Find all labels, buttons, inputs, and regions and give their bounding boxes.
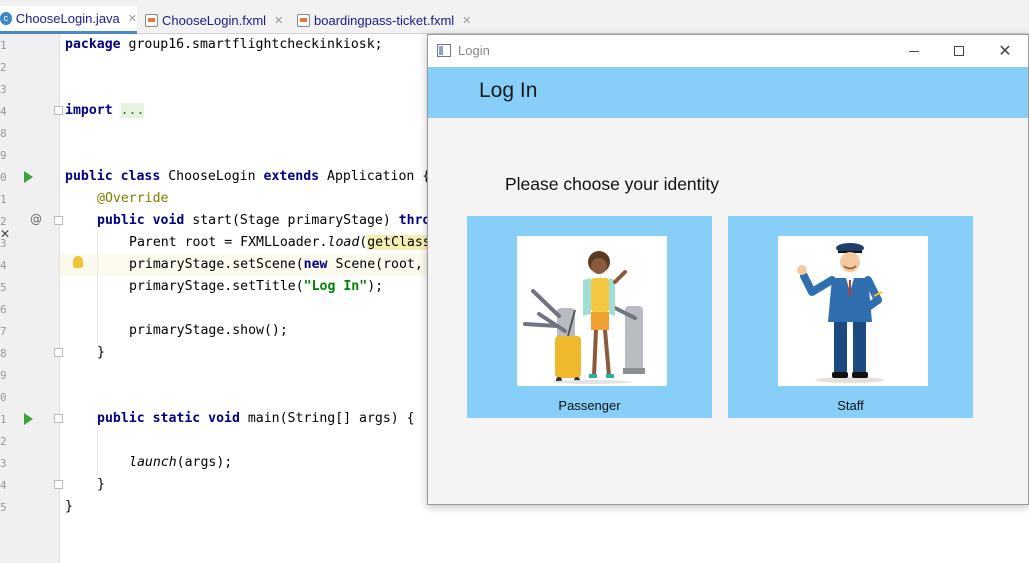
code-line[interactable]: }: [97, 342, 105, 364]
line-number: 8: [0, 127, 7, 140]
staff-label: Staff: [837, 398, 864, 413]
lightbulb-icon[interactable]: [73, 256, 83, 268]
divider: [428, 117, 1028, 118]
staff-button[interactable]: Staff: [728, 216, 973, 418]
page-title: Log In: [479, 79, 538, 102]
tab-choose-login-fxml[interactable]: ChooseLogin.fxml ✕: [145, 6, 287, 34]
code-line[interactable]: public class ChooseLogin extends Applica…: [65, 166, 430, 188]
close-icon[interactable]: ✕: [274, 14, 283, 27]
close-icon[interactable]: ✕: [462, 14, 471, 27]
close-icon[interactable]: ✕: [128, 12, 137, 25]
code-line[interactable]: }: [65, 496, 73, 518]
passenger-label: Passenger: [558, 398, 621, 413]
line-number: 5: [0, 501, 7, 514]
tab-boardingpass-ticket-fxml[interactable]: boardingpass-ticket.fxml ✕: [297, 6, 482, 34]
code-line[interactable]: primaryStage.show();: [129, 320, 288, 342]
java-file-icon: c: [0, 12, 12, 25]
override-marker-icon[interactable]: @: [30, 212, 42, 226]
tab-label: ChooseLogin.fxml: [162, 12, 267, 28]
editor-gutter: [0, 34, 60, 563]
run-gutter-icon[interactable]: [24, 413, 33, 425]
line-number: 4: [0, 479, 7, 492]
line-number: 1: [0, 39, 7, 52]
code-line[interactable]: public static void main(String[] args) {: [97, 408, 415, 430]
code-line[interactable]: launch(args);: [129, 452, 232, 474]
code-line[interactable]: public void start(Stage primaryStage) th…: [97, 210, 430, 232]
indent-guide: [97, 233, 98, 343]
fold-marker-icon[interactable]: [54, 348, 63, 357]
line-number: 3: [0, 83, 7, 96]
line-number: 9: [0, 369, 7, 382]
window-title: Login: [458, 43, 490, 58]
line-number: 4: [0, 105, 7, 118]
code-line[interactable]: primaryStage.setScene(new Scene(root,: [129, 254, 423, 276]
fold-marker-icon[interactable]: [54, 216, 63, 225]
editor-tab-bar: c ChooseLogin.java ✕ ChooseLogin.fxml ✕ …: [0, 0, 1029, 34]
code-line[interactable]: import ...: [65, 100, 145, 122]
code-line[interactable]: @Override: [97, 188, 168, 210]
run-gutter-icon[interactable]: [24, 171, 33, 183]
fxml-file-icon: [145, 13, 158, 27]
code-line[interactable]: }: [97, 474, 105, 496]
line-number: 9: [0, 149, 7, 162]
passenger-button[interactable]: Passenger: [467, 216, 712, 418]
close-window-button[interactable]: ✕: [990, 39, 1020, 63]
line-number: 1: [0, 193, 7, 206]
minimize-icon: [909, 50, 919, 52]
line-number: 7: [0, 325, 7, 338]
line-number: 8: [0, 347, 7, 360]
tab-label: boardingpass-ticket.fxml: [314, 12, 455, 28]
app-window-icon: [437, 44, 451, 57]
minimize-button[interactable]: [899, 39, 929, 63]
line-number: 2: [0, 61, 7, 74]
tab-choose-login-java[interactable]: c ChooseLogin.java ✕: [0, 6, 137, 34]
line-number: 5: [0, 281, 7, 294]
close-icon[interactable]: ✕: [0, 227, 10, 241]
passenger-illustration: [517, 236, 667, 386]
line-number: 2: [0, 435, 7, 448]
maximize-button[interactable]: [944, 39, 974, 63]
line-number: 0: [0, 171, 7, 184]
staff-illustration: [778, 236, 928, 386]
line-number: 4: [0, 259, 7, 272]
window-titlebar[interactable]: Login ✕: [428, 35, 1028, 67]
login-header: Log In: [428, 67, 1028, 117]
login-window: Login ✕ Log In Please choose your identi…: [427, 34, 1029, 505]
indent-guide: [97, 431, 98, 475]
identity-prompt: Please choose your identity: [505, 174, 720, 194]
fold-marker-icon[interactable]: [54, 480, 63, 489]
fold-marker-icon[interactable]: [54, 414, 63, 423]
code-line[interactable]: primaryStage.setTitle("Log In");: [129, 276, 383, 298]
tab-label: ChooseLogin.java: [15, 11, 120, 26]
folded-imports[interactable]: ...: [120, 103, 145, 118]
code-line[interactable]: Parent root = FXMLLoader.load(getClass: [129, 232, 431, 254]
code-line[interactable]: package group16.smartflightcheckinkiosk;: [65, 34, 383, 56]
line-number: 6: [0, 303, 7, 316]
maximize-icon: [954, 46, 964, 56]
line-number: 0: [0, 391, 7, 404]
line-number: 3: [0, 457, 7, 470]
fxml-file-icon: [297, 13, 310, 27]
line-number: 1: [0, 413, 7, 426]
fold-marker-icon[interactable]: [54, 106, 63, 115]
